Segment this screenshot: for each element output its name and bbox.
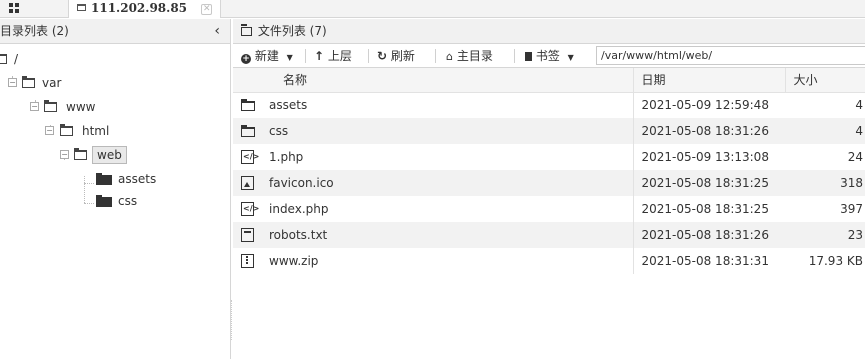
tree-node-label: css [118,194,138,208]
home-button[interactable]: ⌂ 主目录 [446,44,493,68]
tab-bar: 111.202.98.85 ✕ [0,0,865,18]
file-date: 2021-05-09 13:13:08 [632,144,785,170]
file-date: 2021-05-09 12:59:48 [632,92,785,118]
file-name: index.php [269,201,329,216]
folder-icon [22,76,35,88]
column-header-date[interactable]: 日期 [632,68,785,93]
file-name: www.zip [269,253,319,268]
folder-icon [241,124,255,137]
file-row[interactable]: www.zip 2021-05-08 18:31:31 17.93 KB [233,248,865,274]
file-size: 4 [855,98,863,113]
tree-node-label: / [14,52,19,66]
up-level-button[interactable]: ↑ 上层 [314,44,352,68]
tab-label: 111.202.98.85 [91,1,188,15]
caret-down-icon: ▼ [567,53,574,62]
file-row[interactable]: robots.txt 2021-05-08 18:31:26 23 [233,222,865,248]
file-name: favicon.ico [269,175,334,190]
folder-icon [241,98,255,111]
arrow-up-icon: ↑ [314,49,325,63]
file-row[interactable]: </> 1.php 2021-05-09 13:13:08 24 [233,144,865,170]
file-list-icon [241,24,252,36]
file-list-title: 文件列表 (7) [257,24,327,38]
file-date: 2021-05-08 18:31:25 [632,196,785,222]
grid-menu-icon[interactable] [9,3,19,13]
tree-node-label: assets [118,172,157,186]
collapse-toggle-icon[interactable]: − [30,102,39,111]
plus-circle-icon: + [241,54,251,64]
file-date: 2021-05-08 18:31:26 [632,118,785,144]
directory-panel: 目录列表 (2) ‹ / − var − www − html − web as… [0,19,231,359]
code-file-icon: </> [241,202,259,217]
bookmark-icon [525,52,532,61]
tree-node-label: var [42,76,62,90]
text-file-icon [241,228,254,243]
file-name: assets [269,98,308,113]
toolbar-separator [435,49,436,63]
folder-icon [60,124,73,136]
file-list-panel: 文件列表 (7) + 新建 ▼ ↑ 上层 ↻ 刷新 ⌂ 主目录 书签 ▼ /va… [233,19,865,359]
tree-connector [84,176,85,203]
file-name: robots.txt [269,227,328,242]
collapse-panel-icon[interactable]: ‹ [214,19,220,44]
file-size: 4 [785,118,865,144]
toolbar: + 新建 ▼ ↑ 上层 ↻ 刷新 ⌂ 主目录 书签 ▼ [233,44,865,68]
code-file-icon: </> [241,150,259,165]
directory-panel-header: 目录列表 (2) ‹ [0,19,230,44]
folder-icon [0,54,7,64]
folder-icon [77,4,86,11]
toolbar-separator [368,49,369,63]
archive-file-icon [241,254,254,269]
file-table: 名称 日期 大小 assets 2021-05-09 12:59:48 4 cs… [233,68,865,274]
file-size: 397 [840,202,863,216]
file-size: 23 [785,222,865,248]
folder-icon [96,173,112,185]
file-date: 2021-05-08 18:31:26 [632,222,785,248]
tree-node-label: web [92,146,127,164]
file-date: 2021-05-08 18:31:31 [632,248,785,274]
file-row[interactable]: css 2021-05-08 18:31:26 4 [233,118,865,144]
bookmark-button[interactable]: 书签 ▼ [525,44,574,68]
collapse-toggle-icon[interactable]: − [8,78,17,87]
column-header-size[interactable]: 大小 [784,68,865,93]
folder-icon [44,100,57,112]
tab-host[interactable]: 111.202.98.85 ✕ [68,0,222,18]
refresh-button[interactable]: ↻ 刷新 [377,44,415,68]
file-name: css [269,124,289,138]
tree-node-label: html [82,124,110,138]
file-row[interactable]: </> index.php 2021-05-08 18:31:25 397 [233,196,865,222]
path-input[interactable] [596,46,865,65]
folder-icon [74,148,87,160]
file-list-header: 文件列表 (7) [233,19,865,44]
toolbar-separator [514,49,515,63]
directory-panel-title: 目录列表 (2) [0,24,69,38]
file-size: 17.93 KB [808,254,863,268]
file-date: 2021-05-08 18:31:25 [632,170,785,196]
image-file-icon [241,176,254,191]
file-size: 318 [785,170,865,196]
refresh-icon: ↻ [377,49,388,63]
column-header-name[interactable]: 名称 [233,68,633,93]
collapse-toggle-icon[interactable]: − [60,150,69,159]
file-name: 1.php [269,149,304,164]
tree-connector [84,183,94,184]
collapse-toggle-icon[interactable]: − [45,126,54,135]
folder-icon [96,195,112,207]
file-table-header-row: 名称 日期 大小 [233,68,865,93]
tree-node-label: www [66,100,96,114]
tree-connector [84,203,94,204]
file-row[interactable]: assets 2021-05-09 12:59:48 4 [233,92,865,118]
caret-down-icon: ▼ [286,53,293,62]
file-row[interactable]: favicon.ico 2021-05-08 18:31:25 318 [233,170,865,196]
home-icon: ⌂ [446,50,453,63]
toolbar-separator [305,49,306,63]
file-size: 24 [847,150,863,164]
close-icon[interactable]: ✕ [201,4,213,15]
new-button[interactable]: + 新建 ▼ [241,44,293,68]
